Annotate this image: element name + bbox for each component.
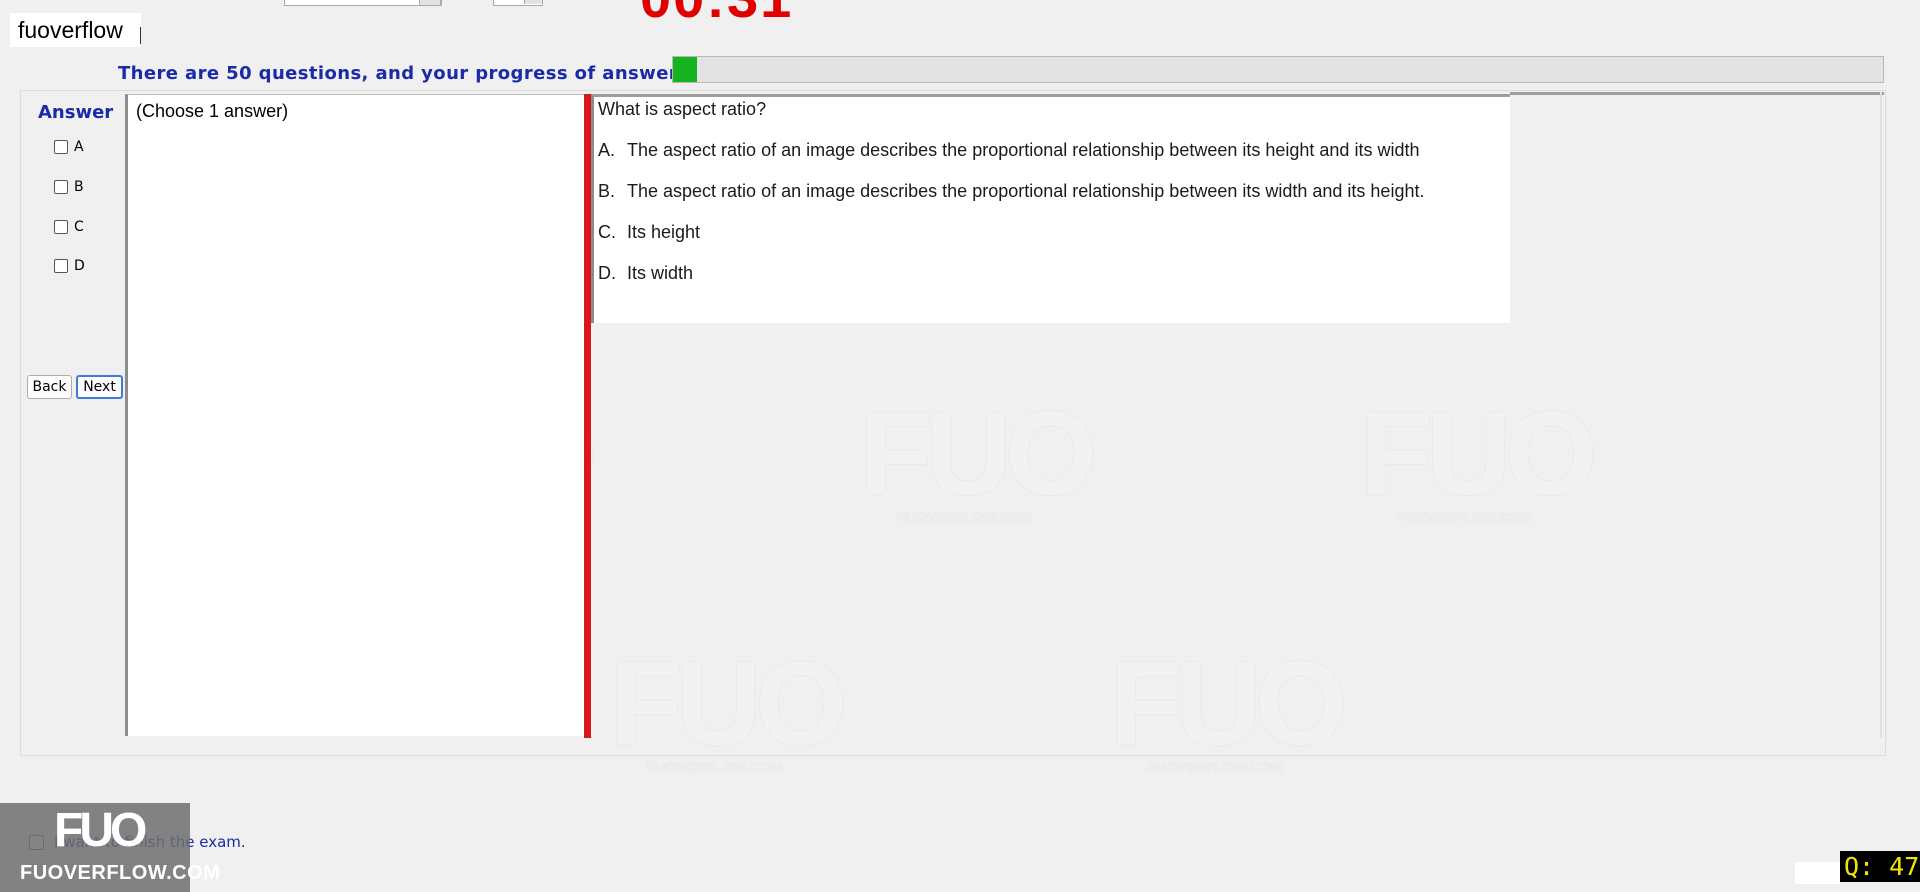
checkbox-icon[interactable] — [54, 220, 68, 234]
choice-letter: B. — [598, 181, 616, 201]
option-c-checkbox[interactable]: C — [54, 217, 84, 237]
checkbox-icon[interactable] — [54, 140, 68, 154]
option-label: A — [74, 139, 84, 155]
choice-a: A. The aspect ratio of an image describes… — [598, 140, 1419, 161]
watermark-site: FUOVERFLOW.COM — [647, 759, 783, 775]
choice-letter: A. — [598, 140, 616, 160]
question-text: What is aspect ratio? — [598, 99, 767, 119]
app-title: fuoverflow — [10, 13, 141, 47]
progress-label: There are 50 questions, and your progres… — [118, 63, 736, 84]
brand-site: FUOVERFLOW.COM — [20, 862, 221, 884]
choice-text: The aspect ratio of an image describes t… — [627, 181, 1425, 201]
choice-c: C. Its height — [598, 222, 700, 243]
watermark-logo: FUO — [860, 388, 1097, 520]
question-counter: Q: 47 — [1840, 851, 1920, 882]
answer-label: Answer — [38, 102, 114, 123]
option-label: D — [74, 258, 85, 274]
back-button[interactable]: Back — [27, 375, 72, 399]
panel-splitter[interactable] — [584, 94, 591, 738]
choice-d: D. Its width — [598, 263, 693, 284]
watermark-site: FUOVERFLOW.COM — [1147, 759, 1283, 775]
progress-fill — [673, 57, 698, 82]
countdown-timer: 00:31 — [640, 0, 793, 26]
frame-border — [1880, 92, 1882, 738]
question-panel — [591, 94, 1510, 323]
frame-border — [1510, 92, 1884, 95]
choice-letter: D. — [598, 263, 616, 283]
watermark-logo: FUO — [1360, 388, 1597, 520]
choice-b: B. The aspect ratio of an image describes… — [598, 181, 1424, 202]
brand-logo: FUO — [54, 804, 147, 857]
text-caret — [140, 27, 141, 44]
checkbox-icon[interactable] — [54, 180, 68, 194]
checkbox-icon[interactable] — [54, 259, 68, 273]
option-a-checkbox[interactable]: A — [54, 137, 84, 157]
watermark-logo: FUO — [1110, 638, 1347, 770]
next-button[interactable]: Next — [76, 375, 123, 399]
answer-hint: (Choose 1 answer) — [136, 101, 289, 121]
counter-backdrop — [1795, 862, 1840, 884]
option-label: B — [74, 179, 84, 195]
spinner-arrow-icon[interactable] — [524, 0, 542, 4]
choice-text: Its height — [627, 222, 701, 242]
dropdown-arrow-icon[interactable] — [419, 0, 441, 6]
option-d-checkbox[interactable]: D — [54, 256, 85, 276]
answer-area[interactable] — [125, 94, 587, 736]
option-label: C — [74, 219, 84, 235]
choice-text: The aspect ratio of an image describes t… — [627, 140, 1420, 160]
watermark-site: FUOVERFLOW.COM — [1397, 509, 1533, 525]
choice-text: Its width — [627, 263, 694, 283]
watermark-site: FUOVERFLOW.COM — [897, 509, 1033, 525]
watermark-logo: FUO — [610, 638, 847, 770]
option-b-checkbox[interactable]: B — [54, 177, 84, 197]
progress-bar — [672, 56, 1884, 83]
choice-letter: C. — [598, 222, 616, 242]
